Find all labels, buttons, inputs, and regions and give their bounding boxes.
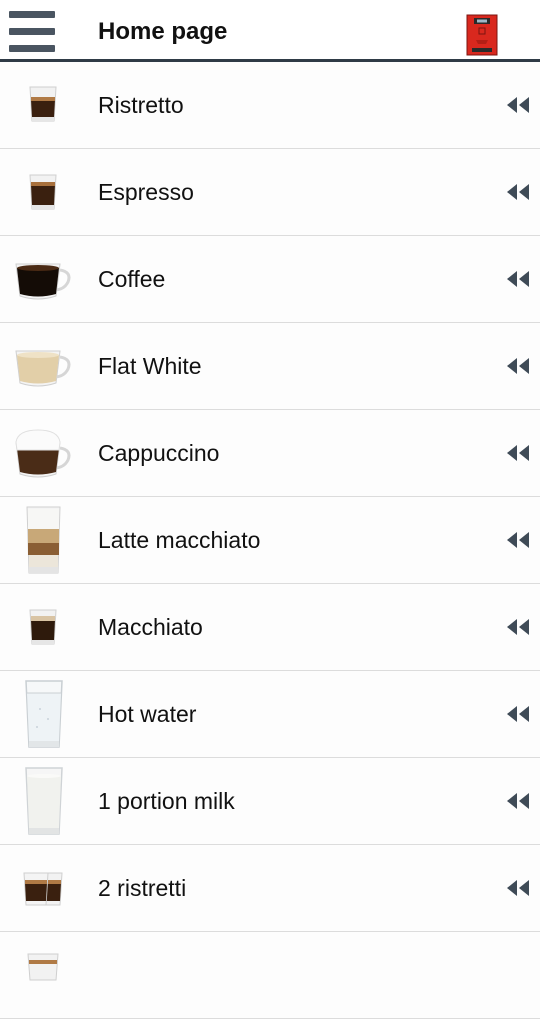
product-label: Latte macchiato	[98, 527, 261, 553]
rewind-arrows-icon[interactable]	[506, 531, 530, 549]
product-label: Macchiato	[98, 614, 203, 640]
flat-white-cup-icon	[15, 350, 71, 387]
product-label: 2 ristretti	[98, 875, 187, 901]
rewind-arrows-icon[interactable]	[506, 879, 530, 897]
milk-glass-icon	[25, 767, 63, 835]
list-item[interactable]: Latte macchiato	[0, 497, 540, 584]
list-item[interactable]: Espresso	[0, 149, 540, 236]
product-label: Flat White	[98, 353, 202, 379]
product-list: Ristretto Espresso Coffee Flat White Cap…	[0, 62, 540, 1019]
coffee-machine-icon[interactable]	[466, 14, 498, 56]
list-item[interactable]: Ristretto	[0, 62, 540, 149]
coffee-cup-icon	[15, 263, 71, 300]
hamburger-menu-icon[interactable]	[9, 9, 55, 53]
rewind-arrows-icon[interactable]	[506, 270, 530, 288]
list-item[interactable]: Macchiato	[0, 584, 540, 671]
ristretto-glass-icon	[29, 86, 57, 122]
espresso-glass-icon	[29, 174, 57, 210]
list-item[interactable]: Cappuccino	[0, 410, 540, 497]
product-label: 1 portion milk	[98, 788, 235, 814]
list-item[interactable]: 2 ristretti	[0, 845, 540, 932]
list-item[interactable]: 1 portion milk	[0, 758, 540, 845]
product-label: Espresso	[98, 179, 194, 205]
rewind-arrows-icon[interactable]	[506, 357, 530, 375]
product-label: Hot water	[98, 701, 197, 727]
macchiato-glass-icon	[29, 609, 57, 645]
page-title: Home page	[98, 18, 228, 45]
top-bar: Home page	[0, 0, 540, 62]
latte-macchiato-glass-icon	[26, 506, 61, 574]
list-item[interactable]: Hot water	[0, 671, 540, 758]
rewind-arrows-icon[interactable]	[506, 618, 530, 636]
two-ristretti-glasses-icon	[23, 872, 63, 906]
rewind-arrows-icon[interactable]	[506, 792, 530, 810]
cappuccino-cup-icon	[15, 429, 71, 478]
product-label: Ristretto	[98, 92, 184, 118]
list-item[interactable]: Flat White	[0, 323, 540, 410]
rewind-arrows-icon[interactable]	[506, 96, 530, 114]
partial-glass-icon	[27, 953, 59, 981]
hot-water-glass-icon	[25, 680, 63, 748]
rewind-arrows-icon[interactable]	[506, 444, 530, 462]
rewind-arrows-icon[interactable]	[506, 183, 530, 201]
product-label: Coffee	[98, 266, 166, 292]
product-label: Cappuccino	[98, 440, 220, 466]
list-item[interactable]: Coffee	[0, 236, 540, 323]
rewind-arrows-icon[interactable]	[506, 705, 530, 723]
list-item-partial[interactable]	[0, 932, 540, 1019]
